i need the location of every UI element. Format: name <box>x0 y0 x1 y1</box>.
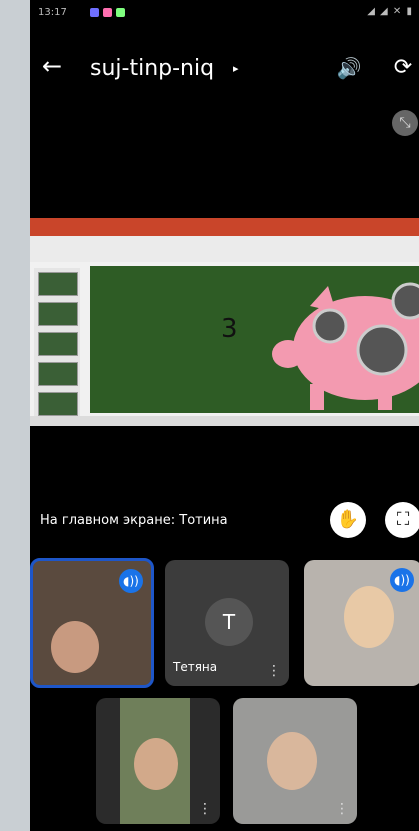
slide-thumbnail <box>38 362 78 386</box>
participant-face <box>134 738 178 790</box>
switch-camera-icon[interactable]: ⟳ <box>387 52 419 84</box>
participant-video <box>267 732 317 790</box>
signal-icons: ◢ ◢ ✕ ▮ <box>367 6 413 17</box>
meet-screen: 13:17 ◢ ◢ ✕ ▮ ← suj-tinp-niq ▸ 🔊 ⟳ ⤡ 3 Н… <box>30 0 419 831</box>
powerpoint-ribbon <box>30 218 419 236</box>
participant-tile[interactable]: ⋮ <box>233 698 357 824</box>
slide-thumbnail <box>38 272 78 296</box>
slide-thumbnails <box>34 268 80 423</box>
participant-tile[interactable]: Т Тетяна ⋮ <box>165 560 289 686</box>
piggy-bank-image <box>272 282 419 410</box>
back-arrow-icon[interactable]: ← <box>38 52 66 80</box>
participant-video <box>344 586 394 648</box>
app-icon <box>116 8 125 17</box>
hand-icon[interactable]: ✋ <box>330 502 366 538</box>
call-header: ← suj-tinp-niq ▸ 🔊 ⟳ <box>30 34 419 102</box>
fullscreen-icon[interactable]: ⛶ <box>385 502 419 538</box>
status-bar: 13:17 ◢ ◢ ✕ ▮ <box>30 0 419 24</box>
meeting-code[interactable]: suj-tinp-niq <box>90 56 214 81</box>
volume-icon: ◖)) <box>119 569 143 593</box>
powerpoint-toolbar <box>30 236 419 262</box>
slide-number: 3 <box>221 314 238 344</box>
volume-icon: ◖)) <box>390 568 414 592</box>
participant-name: Тетяна <box>173 660 218 674</box>
pinned-presenter-label: На главном экране: Тотина <box>40 513 228 528</box>
avatar: Т <box>205 598 253 646</box>
presentation-view: 3 <box>30 218 419 426</box>
slide-canvas: 3 <box>90 266 419 413</box>
more-options-icon[interactable]: ⋮ <box>335 802 349 816</box>
participant-tile[interactable]: ⋮ <box>96 698 220 824</box>
notification-icons <box>90 8 125 17</box>
chevron-right-icon[interactable]: ▸ <box>233 62 239 75</box>
speaker-icon[interactable]: 🔊 <box>335 54 363 82</box>
slide-thumbnail <box>38 392 78 416</box>
slide-thumbnail <box>38 332 78 356</box>
minimize-icon[interactable]: ⤡ <box>392 110 418 136</box>
participant-tile[interactable]: ◖)) <box>30 558 154 688</box>
status-time: 13:17 <box>38 7 67 18</box>
participant-tile[interactable]: ◖)) <box>304 560 419 686</box>
more-options-icon[interactable]: ⋮ <box>198 802 212 816</box>
participant-video <box>51 621 99 673</box>
more-options-icon[interactable]: ⋮ <box>267 664 281 678</box>
app-icon <box>103 8 112 17</box>
powerpoint-statusbar <box>30 416 419 426</box>
slide-thumbnail <box>38 302 78 326</box>
app-icon <box>90 8 99 17</box>
